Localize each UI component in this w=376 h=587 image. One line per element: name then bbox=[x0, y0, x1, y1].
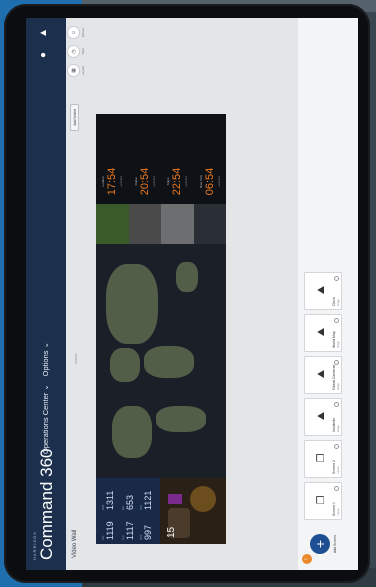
command-app: HARRISON Command 360 Operations Center ⌄… bbox=[26, 18, 358, 570]
add-screen-button[interactable]: + bbox=[310, 534, 330, 554]
app-title: Command 360 bbox=[37, 448, 56, 560]
tablet-device: HARRISON Command 360 Operations Center ⌄… bbox=[4, 4, 370, 583]
warning-icon[interactable]: ! bbox=[302, 554, 312, 564]
layout-label: Layout bbox=[81, 66, 85, 76]
nav-operations-center[interactable]: Operations Center ⌄ bbox=[41, 384, 50, 454]
tablet-screen: HARRISON Command 360 Operations Center ⌄… bbox=[26, 18, 358, 570]
stat-cell: OPS 1311 bbox=[102, 490, 115, 510]
clock-cell: London 17:54 Local time bbox=[101, 167, 123, 196]
image-icon: ⛰ bbox=[316, 411, 327, 421]
copy-icon: ❐ bbox=[316, 495, 327, 505]
select-checkbox[interactable] bbox=[334, 402, 339, 407]
bell-icon[interactable]: ▲ bbox=[38, 28, 49, 38]
person-button[interactable]: ☺ Person bbox=[67, 26, 85, 39]
camera-feed bbox=[193, 204, 226, 244]
world-clocks-tile: London 17:54 Local time Dubai 20:54 Loca… bbox=[96, 114, 226, 204]
clock-cell: New York 06:54 Local time bbox=[198, 167, 221, 196]
select-checkbox[interactable] bbox=[334, 276, 339, 281]
stat-cell: SLA 1117 bbox=[122, 521, 135, 540]
add-screen-label: Add Screen bbox=[333, 534, 337, 554]
clock-cell: Tokyo 22:54 Local time bbox=[166, 167, 188, 196]
layout-icon: ▦ bbox=[67, 64, 80, 77]
select-checkbox[interactable] bbox=[334, 360, 339, 365]
stat-cell: QA 653 bbox=[122, 494, 135, 510]
person-label: Person bbox=[81, 27, 85, 38]
stat-cell: SYS 1121 bbox=[140, 490, 153, 510]
screen-strip: ! + Add Screen ❐ Screen 1 Layout ❐ Scree… bbox=[298, 18, 358, 570]
image-icon: ⛰ bbox=[316, 369, 327, 379]
select-checkbox[interactable] bbox=[334, 318, 339, 323]
clock-icon: ◷ bbox=[67, 45, 80, 58]
screen-thumbnail[interactable]: ⛰ World Map Image bbox=[304, 314, 342, 352]
video-wall-preview[interactable]: DSL 1119 OPS 1311 SLA 1117 QA 653 OPS 997 SYS… bbox=[96, 114, 226, 544]
copy-icon: ❐ bbox=[316, 453, 327, 463]
map-number: 15 bbox=[166, 526, 177, 538]
clock-cell: Dubai 20:54 Local time bbox=[133, 167, 156, 196]
screen-thumbnail[interactable]: ⛰ Clock Image bbox=[304, 272, 342, 310]
page-title: Video Wall bbox=[72, 529, 78, 558]
search-hint[interactable]: search bbox=[74, 353, 78, 364]
stat-cell: OPS 997 bbox=[140, 524, 153, 540]
user-icon[interactable]: ● bbox=[38, 52, 49, 58]
stats-tile: DSL 1119 OPS 1311 SLA 1117 QA 653 OPS 997 SYS… bbox=[96, 478, 226, 544]
top-bar: HARRISON Command 360 Operations Center ⌄… bbox=[26, 18, 66, 570]
main-nav: Operations Center ⌄ Options ⌄ bbox=[41, 342, 50, 454]
image-icon: ⛰ bbox=[316, 285, 327, 295]
top-icons: ● ▲ bbox=[38, 28, 49, 58]
nav-options[interactable]: Options ⌄ bbox=[41, 342, 50, 376]
action-buttons: ▦ Layout ◷ Time ☺ Person bbox=[67, 26, 85, 77]
select-checkbox[interactable] bbox=[334, 486, 339, 491]
stat-cell: DSL 1119 bbox=[102, 521, 115, 540]
camera-feed bbox=[96, 204, 129, 244]
sub-bar: Video Wall search Add Wallet ▦ Layout ◷ … bbox=[66, 18, 92, 570]
camera-feed bbox=[128, 204, 161, 244]
select-checkbox[interactable] bbox=[334, 444, 339, 449]
layout-button[interactable]: ▦ Layout bbox=[67, 64, 85, 77]
screen-thumbnail[interactable]: ❐ Screen 1 Layout bbox=[304, 482, 342, 520]
screen-thumbnail[interactable]: ⛰ Global Cameras Image bbox=[304, 356, 342, 394]
screen-thumbnail[interactable]: ⛰ Incidents Image bbox=[304, 398, 342, 436]
camera-feed bbox=[161, 204, 194, 244]
add-wallet-button[interactable]: Add Wallet bbox=[70, 104, 79, 131]
time-button[interactable]: ◷ Time bbox=[67, 45, 85, 58]
time-label: Time bbox=[81, 48, 85, 55]
screen-thumbnail[interactable]: ❐ Screen 2 Layout bbox=[304, 440, 342, 478]
camera-feeds-tile bbox=[96, 204, 226, 244]
person-icon: ☺ bbox=[67, 26, 80, 39]
image-icon: ⛰ bbox=[316, 327, 327, 337]
world-map-tile bbox=[96, 244, 226, 478]
